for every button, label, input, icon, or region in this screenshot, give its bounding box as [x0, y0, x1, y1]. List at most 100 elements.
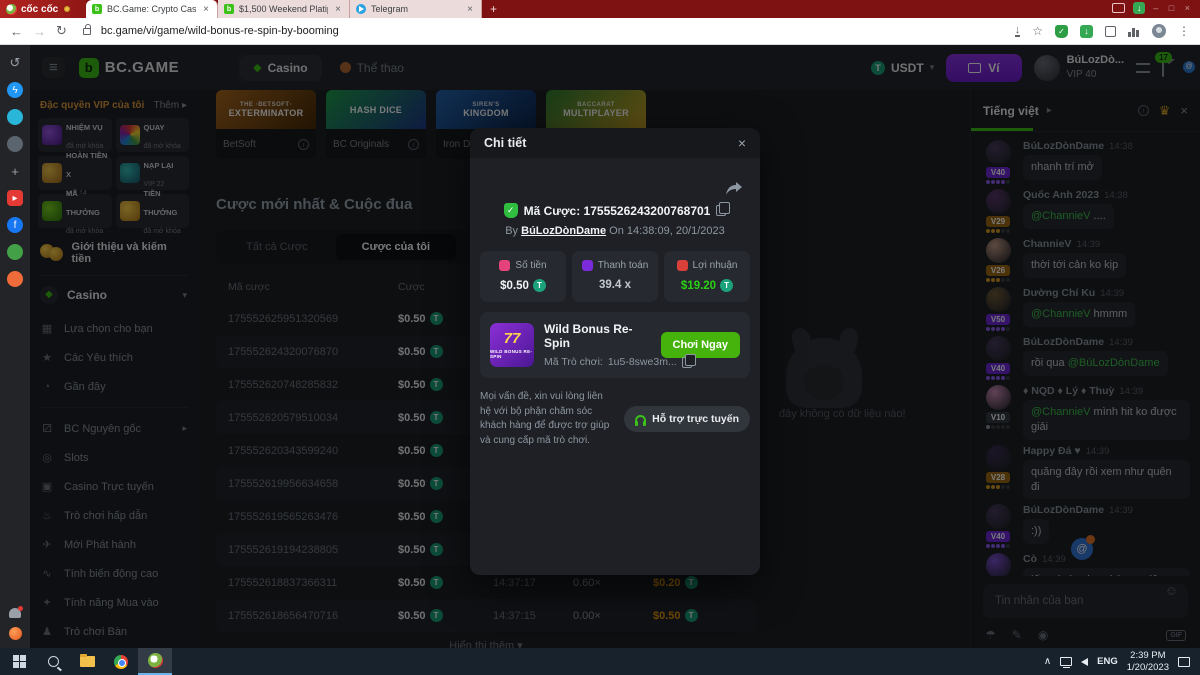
bookmark-star-icon[interactable]: ☆: [1032, 24, 1043, 38]
workspace: ↺ϟ+▸f ≡ b BC.GAME ◆ Casino: [0, 45, 1200, 648]
stats-icon[interactable]: [1128, 26, 1140, 37]
browser-sidebar-bottom: [9, 608, 22, 640]
browser-sidebar: ↺ ϟ + ▸ f: [0, 45, 30, 648]
tab-close-icon[interactable]: ×: [465, 4, 475, 15]
live-support-button[interactable]: Hỗ trợ trực tuyến: [624, 406, 750, 432]
tab-close-icon[interactable]: ×: [201, 4, 211, 15]
browser-tab[interactable]: b BC.Game: Crypto Casino Gam ×: [86, 0, 218, 18]
modal-body: ✓ Mã Cược: 1755526243200768701 By BúLozD…: [470, 158, 760, 448]
support-row: Mọi vấn đề, xin vui lòng liên hệ với bộ …: [480, 390, 750, 448]
tab-close-icon[interactable]: ×: [333, 4, 343, 15]
cast-icon[interactable]: [1112, 3, 1125, 13]
profit-icon: [677, 260, 688, 271]
taskbar-search-icon[interactable]: [36, 648, 70, 675]
coccoc-brand[interactable]: cốc cốc: [0, 0, 86, 18]
bcgame-site: ≡ b BC.GAME ◆ Casino Thể thao: [30, 45, 1200, 648]
window-controls[interactable]: – □ ×: [1153, 3, 1194, 13]
modal-close-icon[interactable]: ×: [738, 135, 746, 151]
copy-icon[interactable]: [716, 205, 726, 216]
bet-author-link[interactable]: BúLozDònDame: [521, 225, 606, 237]
lock-icon[interactable]: [83, 28, 91, 35]
add-shortcut-icon[interactable]: +: [7, 163, 23, 179]
tab-title: $1,500 Weekend Platipus Mu: [239, 4, 328, 14]
tab-title: BC.Game: Crypto Casino Gam: [107, 4, 196, 14]
verified-shield-icon[interactable]: ✓: [504, 203, 518, 218]
coccoc-brand-label: cốc cốc: [21, 4, 58, 15]
bet-id-row: ✓ Mã Cược: 1755526243200768701: [480, 203, 750, 218]
screen: cốc cốc b BC.Game: Crypto Casino Gam ×b …: [0, 0, 1200, 675]
coccoc-taskbar-icon[interactable]: [138, 648, 172, 675]
media-download-icon[interactable]: ↓: [1080, 25, 1093, 38]
address-url[interactable]: bc.game/vi/game/wild-bonus-re-spin-by-bo…: [101, 25, 1005, 37]
amount-icon: [499, 260, 510, 271]
messenger-icon[interactable]: ϟ: [7, 82, 23, 98]
tab-strip-right: ↓ – □ ×: [1112, 2, 1194, 14]
stat-label: Thanh toán: [598, 260, 649, 271]
browser-tab[interactable]: Telegram ×: [350, 0, 482, 18]
play-now-button[interactable]: Chơi Ngay: [661, 332, 741, 358]
notification-bell-icon[interactable]: [9, 608, 21, 618]
browser-profile-avatar[interactable]: [1152, 24, 1166, 38]
taskbar: ∧ ENG 2:39 PM1/20/2023: [0, 648, 1200, 675]
copy-icon[interactable]: [682, 357, 692, 368]
share-row: [480, 168, 750, 201]
game-info: Wild Bonus Re-Spin Mã Trò chơi: 1u5-8swe…: [544, 322, 651, 368]
bet-id: Mã Cược: 1755526243200768701: [524, 204, 711, 218]
history-icon[interactable]: ↺: [7, 55, 23, 71]
tether-icon: T: [533, 279, 546, 292]
coccoc-logo-icon: [6, 4, 17, 15]
facebook-icon[interactable]: f: [7, 217, 23, 233]
game-name: Wild Bonus Re-Spin: [544, 322, 651, 350]
downloads-icon[interactable]: ↓: [1015, 25, 1021, 37]
language-indicator[interactable]: ENG: [1097, 656, 1118, 667]
action-center-icon[interactable]: [1178, 657, 1190, 667]
forward-button[interactable]: →: [33, 24, 46, 39]
bet-datetime: 14:38:09, 20/1/2023: [627, 225, 725, 237]
tab-strip: cốc cốc b BC.Game: Crypto Casino Gam ×b …: [0, 0, 1200, 18]
tray-expand-icon[interactable]: ∧: [1044, 656, 1051, 667]
tab-strip-tabs: b BC.Game: Crypto Casino Gam ×b $1,500 W…: [86, 0, 482, 18]
browser-chrome: cốc cốc b BC.Game: Crypto Casino Gam ×b …: [0, 0, 1200, 45]
extensions-icon[interactable]: [1105, 26, 1116, 37]
url-bar: ← → ↻ bc.game/vi/game/wild-bonus-re-spin…: [0, 18, 1200, 45]
reload-button[interactable]: ↻: [56, 23, 67, 39]
game-code-row: Mã Trò chơi: 1u5-8swe3m...: [544, 356, 651, 368]
game-thumbnail[interactable]: 77 WILD BONUS RE-SPIN: [490, 323, 534, 367]
stat-label: Lợi nhuận: [693, 260, 738, 271]
back-button[interactable]: ←: [10, 24, 23, 39]
file-explorer-icon[interactable]: [70, 648, 104, 675]
tether-icon: T: [720, 279, 733, 292]
zalo-icon[interactable]: [7, 109, 23, 125]
telegram-favicon: [356, 4, 366, 14]
network-icon[interactable]: [1060, 657, 1072, 666]
safe-browsing-shield-icon[interactable]: ✓: [1055, 25, 1068, 38]
stat-value: 39.4 x: [572, 279, 658, 291]
stat-value: $19.20 T: [664, 279, 750, 292]
volume-icon[interactable]: [1081, 658, 1088, 666]
start-button[interactable]: [2, 648, 36, 675]
pinned-app-icon[interactable]: [7, 136, 23, 152]
share-icon[interactable]: [726, 182, 742, 195]
pinned-app-orange-icon[interactable]: [7, 271, 23, 287]
youtube-icon[interactable]: ▸: [7, 190, 23, 206]
taskbar-clock[interactable]: 2:39 PM1/20/2023: [1127, 650, 1169, 674]
bet-stats: Số tiền $0.50 T Thanh toán 39.4 x Lợi nh…: [480, 251, 750, 302]
update-icon[interactable]: [9, 627, 22, 640]
url-bar-icons: ↓ ☆ ✓ ↓ ⋮: [1015, 24, 1190, 38]
pinned-app-green-icon[interactable]: [7, 244, 23, 260]
stat-box: Lợi nhuận $19.20 T: [664, 251, 750, 302]
tab-title: Telegram: [371, 4, 460, 14]
modal-header: Chi tiết ×: [470, 128, 760, 158]
bet-author-row: By BúLozDònDame On 14:38:09, 20/1/2023: [480, 225, 750, 237]
video-download-icon[interactable]: ↓: [1133, 2, 1145, 14]
browser-menu-icon[interactable]: ⋮: [1178, 24, 1190, 38]
stat-value: $0.50 T: [480, 279, 566, 292]
new-tab-button[interactable]: +: [482, 0, 505, 18]
stat-label: Số tiền: [515, 260, 546, 271]
browser-tab[interactable]: b $1,500 Weekend Platipus Mu ×: [218, 0, 350, 18]
modal-title: Chi tiết: [484, 136, 738, 150]
payout-icon: [582, 260, 593, 271]
bet-details-modal: Chi tiết × ✓ Mã Cược: 175552624320076870…: [470, 128, 760, 575]
headset-icon: [635, 415, 646, 423]
chrome-icon[interactable]: [104, 648, 138, 675]
